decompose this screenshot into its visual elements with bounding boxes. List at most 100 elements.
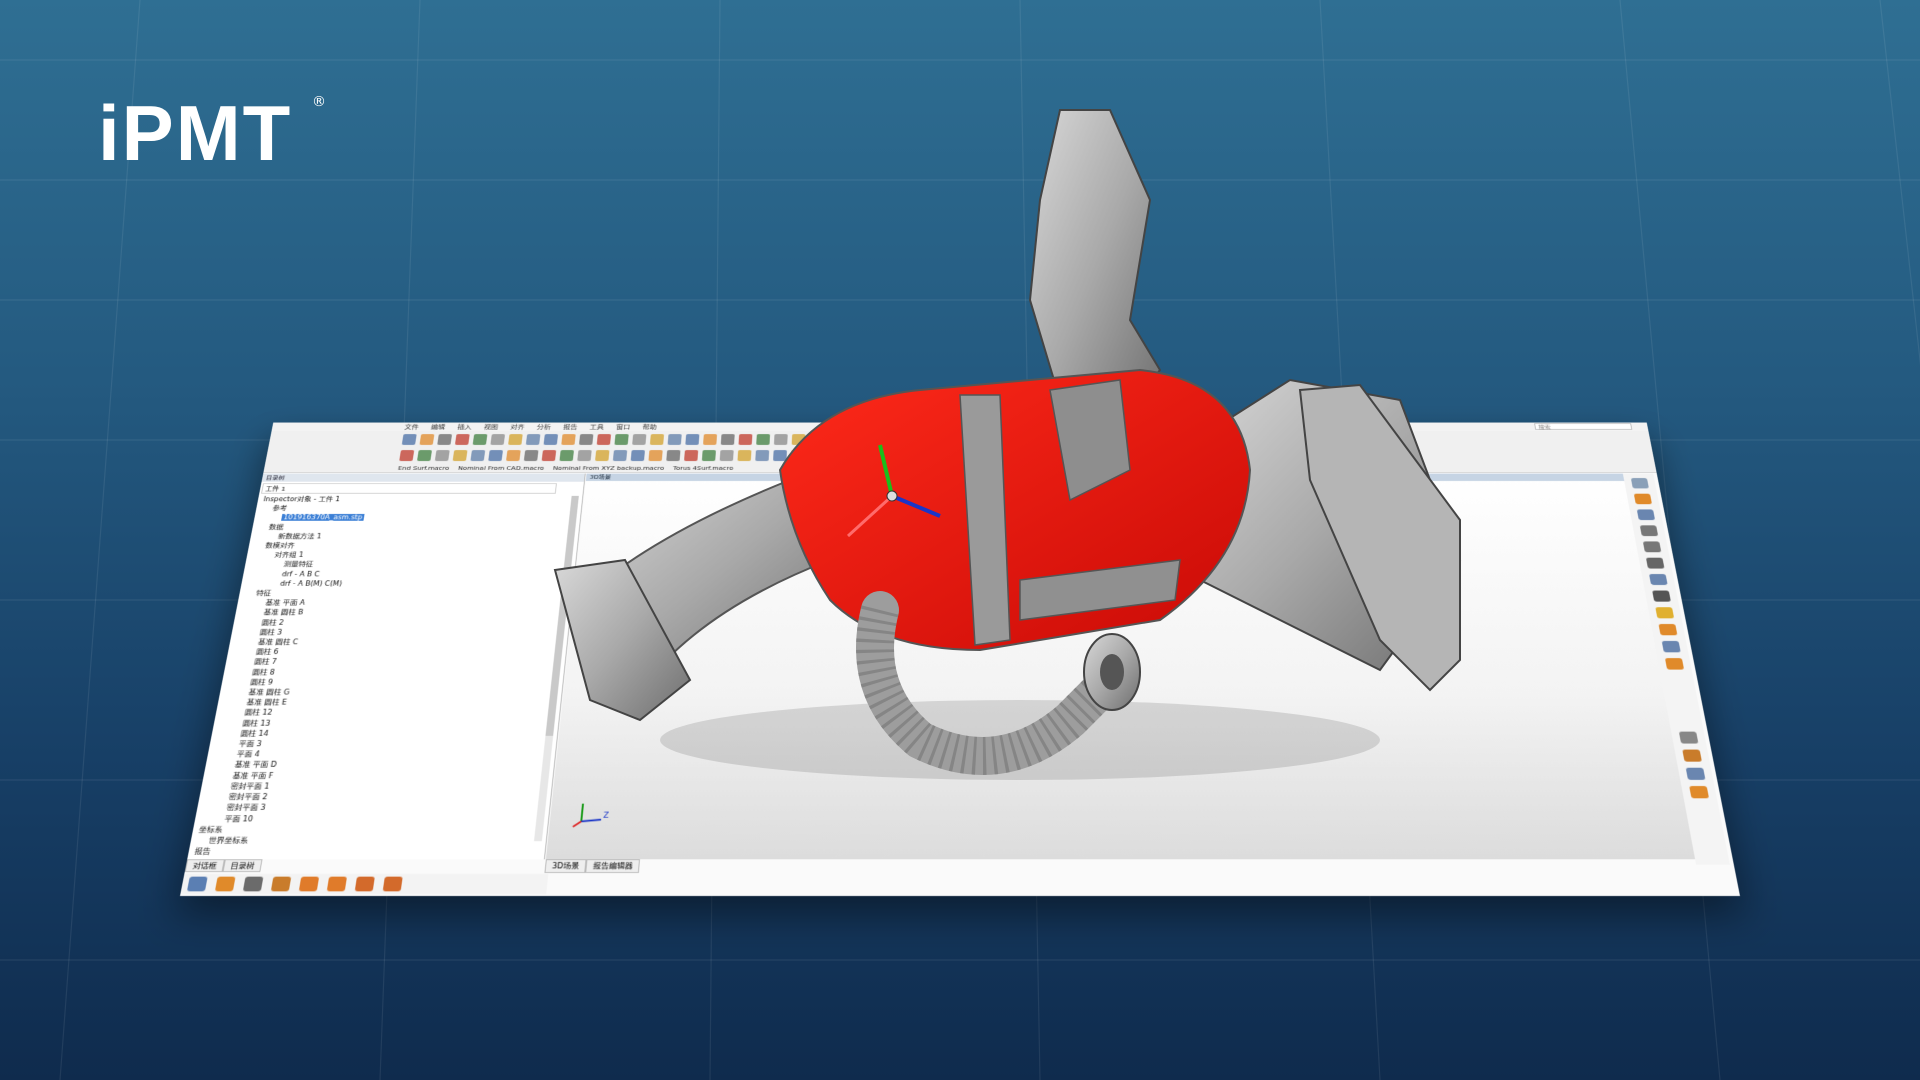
toolbar-button[interactable] — [508, 433, 523, 445]
tree-item[interactable]: 密封平面 3 — [202, 803, 550, 814]
probe-select-icon[interactable] — [1655, 607, 1675, 619]
tree-item[interactable]: 特征 — [244, 589, 572, 599]
search-input[interactable]: 搜索 — [1534, 423, 1633, 430]
macro-item[interactable]: Nominal From CAD.macro — [458, 464, 545, 471]
toolbar-button[interactable] — [649, 433, 665, 445]
tree-item[interactable]: 101916370A_asm.stp — [259, 514, 581, 523]
toolbar-button[interactable] — [968, 433, 983, 445]
toolbar-letter[interactable]: B — [1016, 451, 1023, 459]
menu-item[interactable]: 分析 — [536, 423, 551, 431]
3d-viewport[interactable]: 3D场景 Z — [545, 473, 1696, 860]
tree-item[interactable]: 基准 圆柱 C — [235, 638, 568, 648]
left-tab[interactable]: 目录树 — [222, 859, 263, 873]
toolbar-button[interactable] — [791, 433, 806, 445]
tree-item[interactable]: 坐标系 — [198, 825, 548, 836]
cube-view-icon[interactable] — [1649, 574, 1668, 586]
measure-icon[interactable] — [1636, 509, 1656, 521]
probe-icon[interactable] — [214, 876, 236, 892]
toolbar-button[interactable] — [417, 449, 433, 461]
zoom-icon[interactable] — [1639, 525, 1659, 537]
toolbar-button[interactable] — [612, 449, 628, 461]
toolbar-button[interactable] — [915, 449, 929, 461]
toolbar-button[interactable] — [577, 449, 592, 461]
toolbar-button[interactable] — [755, 449, 770, 461]
tree-item[interactable]: 圆柱 14 — [217, 729, 558, 739]
rotate-icon[interactable] — [1630, 478, 1649, 489]
menu-item[interactable]: 插入 — [457, 423, 472, 431]
transform-icon[interactable] — [1664, 658, 1685, 670]
tree-item[interactable]: 基准 平面 A — [242, 599, 571, 609]
tree-item[interactable]: 数模对齐 — [253, 541, 577, 550]
menu-item[interactable]: 窗口 — [616, 423, 631, 431]
toolbar-button[interactable] — [596, 433, 612, 445]
toolbar-button[interactable] — [525, 433, 541, 445]
toolbar-button[interactable] — [862, 433, 877, 445]
toolbar-button[interactable] — [933, 449, 947, 461]
tree-item[interactable]: 基准 平面 F — [208, 771, 553, 782]
toolbar-button[interactable] — [543, 433, 559, 445]
tree-item[interactable]: 圆柱 2 — [238, 618, 569, 628]
toolbar-button[interactable] — [614, 433, 629, 445]
toolbar-button[interactable] — [701, 449, 716, 461]
toolbar-button[interactable] — [579, 433, 594, 445]
tree-item[interactable]: 圆柱 8 — [229, 668, 565, 678]
scan-icon[interactable] — [1661, 640, 1681, 653]
toolbar-button[interactable] — [986, 449, 1001, 461]
eye-icon[interactable] — [1645, 557, 1665, 569]
toolbar-button[interactable] — [595, 449, 610, 461]
tree-item[interactable]: 平面 4 — [213, 750, 556, 761]
toolbar-button[interactable] — [506, 449, 521, 461]
toolbar-button[interactable] — [897, 433, 912, 445]
viewport-tab[interactable]: 3D场景 — [544, 859, 587, 873]
toolbar-button[interactable] — [472, 433, 488, 445]
toolbar-button[interactable] — [738, 433, 753, 445]
menu-item[interactable]: 视图 — [483, 423, 499, 431]
toolbar-button[interactable] — [862, 449, 876, 461]
toolbar-button[interactable] — [773, 449, 787, 461]
zoom-fit-icon[interactable] — [1642, 541, 1662, 553]
toolbar-letter[interactable]: O — [1004, 451, 1012, 459]
toolbar-button[interactable] — [666, 449, 681, 461]
tree-item[interactable]: 密封平面 1 — [206, 782, 552, 793]
toolbar-button[interactable] — [684, 449, 699, 461]
tree-item[interactable]: 报告 — [193, 847, 545, 858]
toolbar-button[interactable] — [720, 433, 735, 445]
tree-item[interactable]: Inspector对象 - 工件 1 — [263, 495, 583, 504]
tree-item[interactable]: 参考 — [261, 504, 582, 513]
menu-item[interactable]: 编辑 — [430, 423, 446, 431]
toolbar-button[interactable] — [808, 449, 823, 461]
shape-icon[interactable] — [1685, 767, 1706, 780]
tree-item[interactable]: 基准 圆柱 G — [225, 688, 562, 698]
toolbar-button[interactable] — [434, 449, 450, 461]
tree-item[interactable]: 圆柱 7 — [231, 658, 566, 668]
tree-item[interactable]: 密封平面 2 — [204, 792, 551, 803]
toolbar-button[interactable] — [399, 449, 415, 461]
tree-item[interactable]: 圆柱 9 — [227, 678, 563, 688]
toolbar-button[interactable] — [470, 449, 486, 461]
toolbar-button[interactable] — [844, 433, 859, 445]
macro-item[interactable]: Nominal From XYZ backup.macro — [553, 464, 665, 471]
toolbar-button[interactable] — [401, 433, 417, 445]
tree-item[interactable]: 对齐组 1 — [252, 551, 577, 560]
tree-item[interactable]: 数据 — [257, 523, 579, 532]
align-icon[interactable] — [186, 876, 208, 892]
datum-2-icon[interactable] — [382, 876, 403, 892]
datum-icon[interactable] — [354, 876, 375, 892]
toolbar-button[interactable] — [523, 449, 539, 461]
toolbar-button[interactable] — [880, 433, 894, 445]
toolbar-button[interactable] — [685, 433, 700, 445]
toolbar-button[interactable] — [454, 433, 470, 445]
toolbar-button[interactable] — [452, 449, 468, 461]
toolbar-button[interactable] — [419, 433, 435, 445]
tree-item[interactable]: drf - A B C — [248, 570, 575, 580]
toolbar-button[interactable] — [968, 449, 983, 461]
tree-item[interactable]: 平面 3 — [215, 739, 557, 749]
tools-icon[interactable] — [1689, 786, 1710, 799]
toolbar-button[interactable] — [437, 433, 453, 445]
menu-item[interactable]: 报告 — [563, 423, 578, 431]
toolbar-button[interactable] — [933, 433, 947, 445]
viewport-tab[interactable]: 报告编辑器 — [585, 859, 641, 873]
toolbar-letter[interactable]: T — [1028, 451, 1034, 459]
tree-item[interactable]: 测量特征 — [250, 560, 576, 570]
left-tab[interactable]: 对话框 — [184, 859, 225, 873]
